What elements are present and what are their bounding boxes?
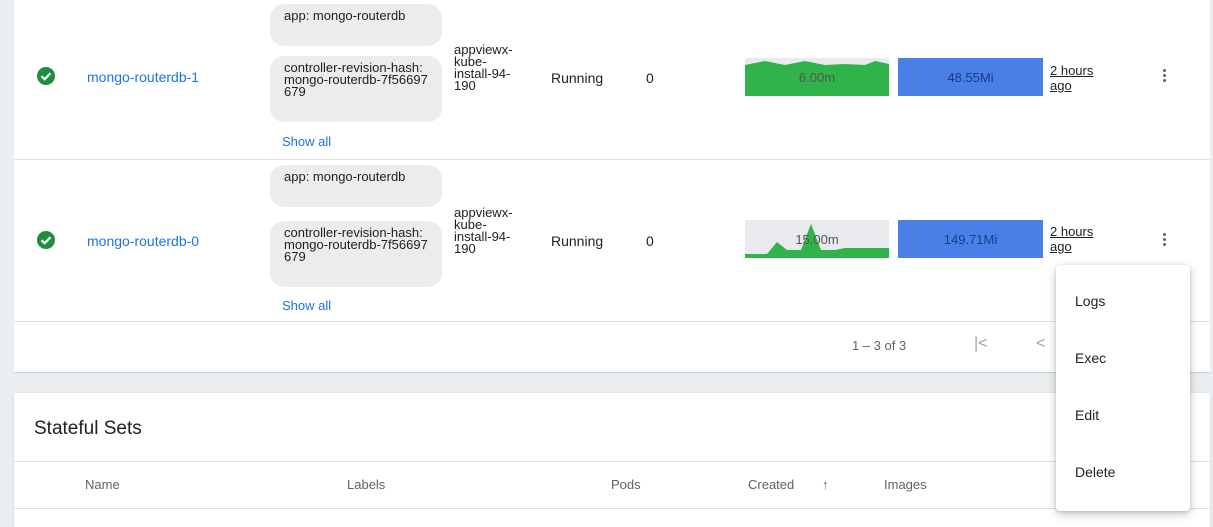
show-all-link[interactable]: Show all xyxy=(282,134,331,149)
context-menu: Logs Exec Edit Delete xyxy=(1056,265,1190,511)
menu-item-delete[interactable]: Delete xyxy=(1056,452,1190,492)
column-header-pods: Pods xyxy=(611,477,641,492)
restart-count: 0 xyxy=(646,233,654,249)
sort-arrow-icon[interactable]: ↑ xyxy=(822,477,829,492)
cpu-usage-value: 15.00m xyxy=(795,231,839,247)
label-chip: app: mongo-routerdb xyxy=(270,165,442,207)
first-page-icon[interactable]: |< xyxy=(974,335,988,353)
menu-item-label: Edit xyxy=(1075,407,1100,423)
node-name: appviewx-kube-install-94-190 xyxy=(454,42,513,93)
pagination-range: 1 – 3 of 3 xyxy=(852,338,907,353)
column-header-created[interactable]: Created xyxy=(748,477,794,492)
age-link[interactable]: 2 hours ago xyxy=(1050,63,1112,93)
more-vert-icon[interactable] xyxy=(1161,68,1167,83)
pod-phase: Running xyxy=(551,70,604,86)
cpu-sparkline: 15.00m xyxy=(745,220,889,258)
previous-page-icon[interactable]: < xyxy=(1036,335,1045,353)
pod-name-link[interactable]: mongo-routerdb-0 xyxy=(87,233,199,249)
menu-item-edit[interactable]: Edit xyxy=(1056,395,1190,435)
memory-usage-bar: 149.71Mi xyxy=(898,220,1043,258)
table-header: Name Labels Pods Created ↑ Images xyxy=(14,461,1210,509)
table-row: mongo-routerdb-0 app: mongo-routerdb con… xyxy=(14,160,1210,322)
pods-card: mongo-routerdb-1 app: mongo-routerdb con… xyxy=(14,0,1210,373)
memory-usage-bar: 48.55Mi xyxy=(898,58,1043,96)
node-name: appviewx-kube-install-94-190 xyxy=(454,205,513,256)
table-row: mongo-routerdb-1 app: mongo-routerdb con… xyxy=(14,0,1210,160)
label-chip: controller-revision-hash: mongo-routerdb… xyxy=(270,221,442,287)
menu-item-label: Exec xyxy=(1075,350,1107,366)
column-header-images: Images xyxy=(884,477,927,492)
pod-name-link[interactable]: mongo-routerdb-1 xyxy=(87,69,199,85)
more-vert-icon[interactable] xyxy=(1161,232,1167,247)
cpu-sparkline: 6.00m xyxy=(745,58,889,96)
pod-phase: Running xyxy=(551,233,604,249)
menu-item-logs[interactable]: Logs xyxy=(1056,281,1190,321)
label-chip: app: mongo-routerdb xyxy=(270,4,442,46)
menu-item-label: Delete xyxy=(1075,464,1116,480)
label-chip: controller-revision-hash: mongo-routerdb… xyxy=(270,56,442,122)
menu-item-label: Logs xyxy=(1075,293,1106,309)
check-circle-icon xyxy=(37,231,55,249)
age-link[interactable]: 2 hours ago xyxy=(1050,224,1112,254)
menu-item-exec[interactable]: Exec xyxy=(1056,338,1190,378)
check-circle-icon xyxy=(37,67,55,85)
column-header-name[interactable]: Name xyxy=(85,477,120,492)
cpu-usage-value: 6.00m xyxy=(798,69,836,85)
restart-count: 0 xyxy=(646,70,654,86)
stateful-sets-card: Stateful Sets Name Labels Pods Created ↑… xyxy=(14,393,1210,527)
pagination: 1 – 3 of 3 |< < xyxy=(14,322,1210,372)
section-title: Stateful Sets xyxy=(34,418,142,439)
column-header-labels: Labels xyxy=(347,477,386,492)
show-all-link[interactable]: Show all xyxy=(282,298,331,313)
